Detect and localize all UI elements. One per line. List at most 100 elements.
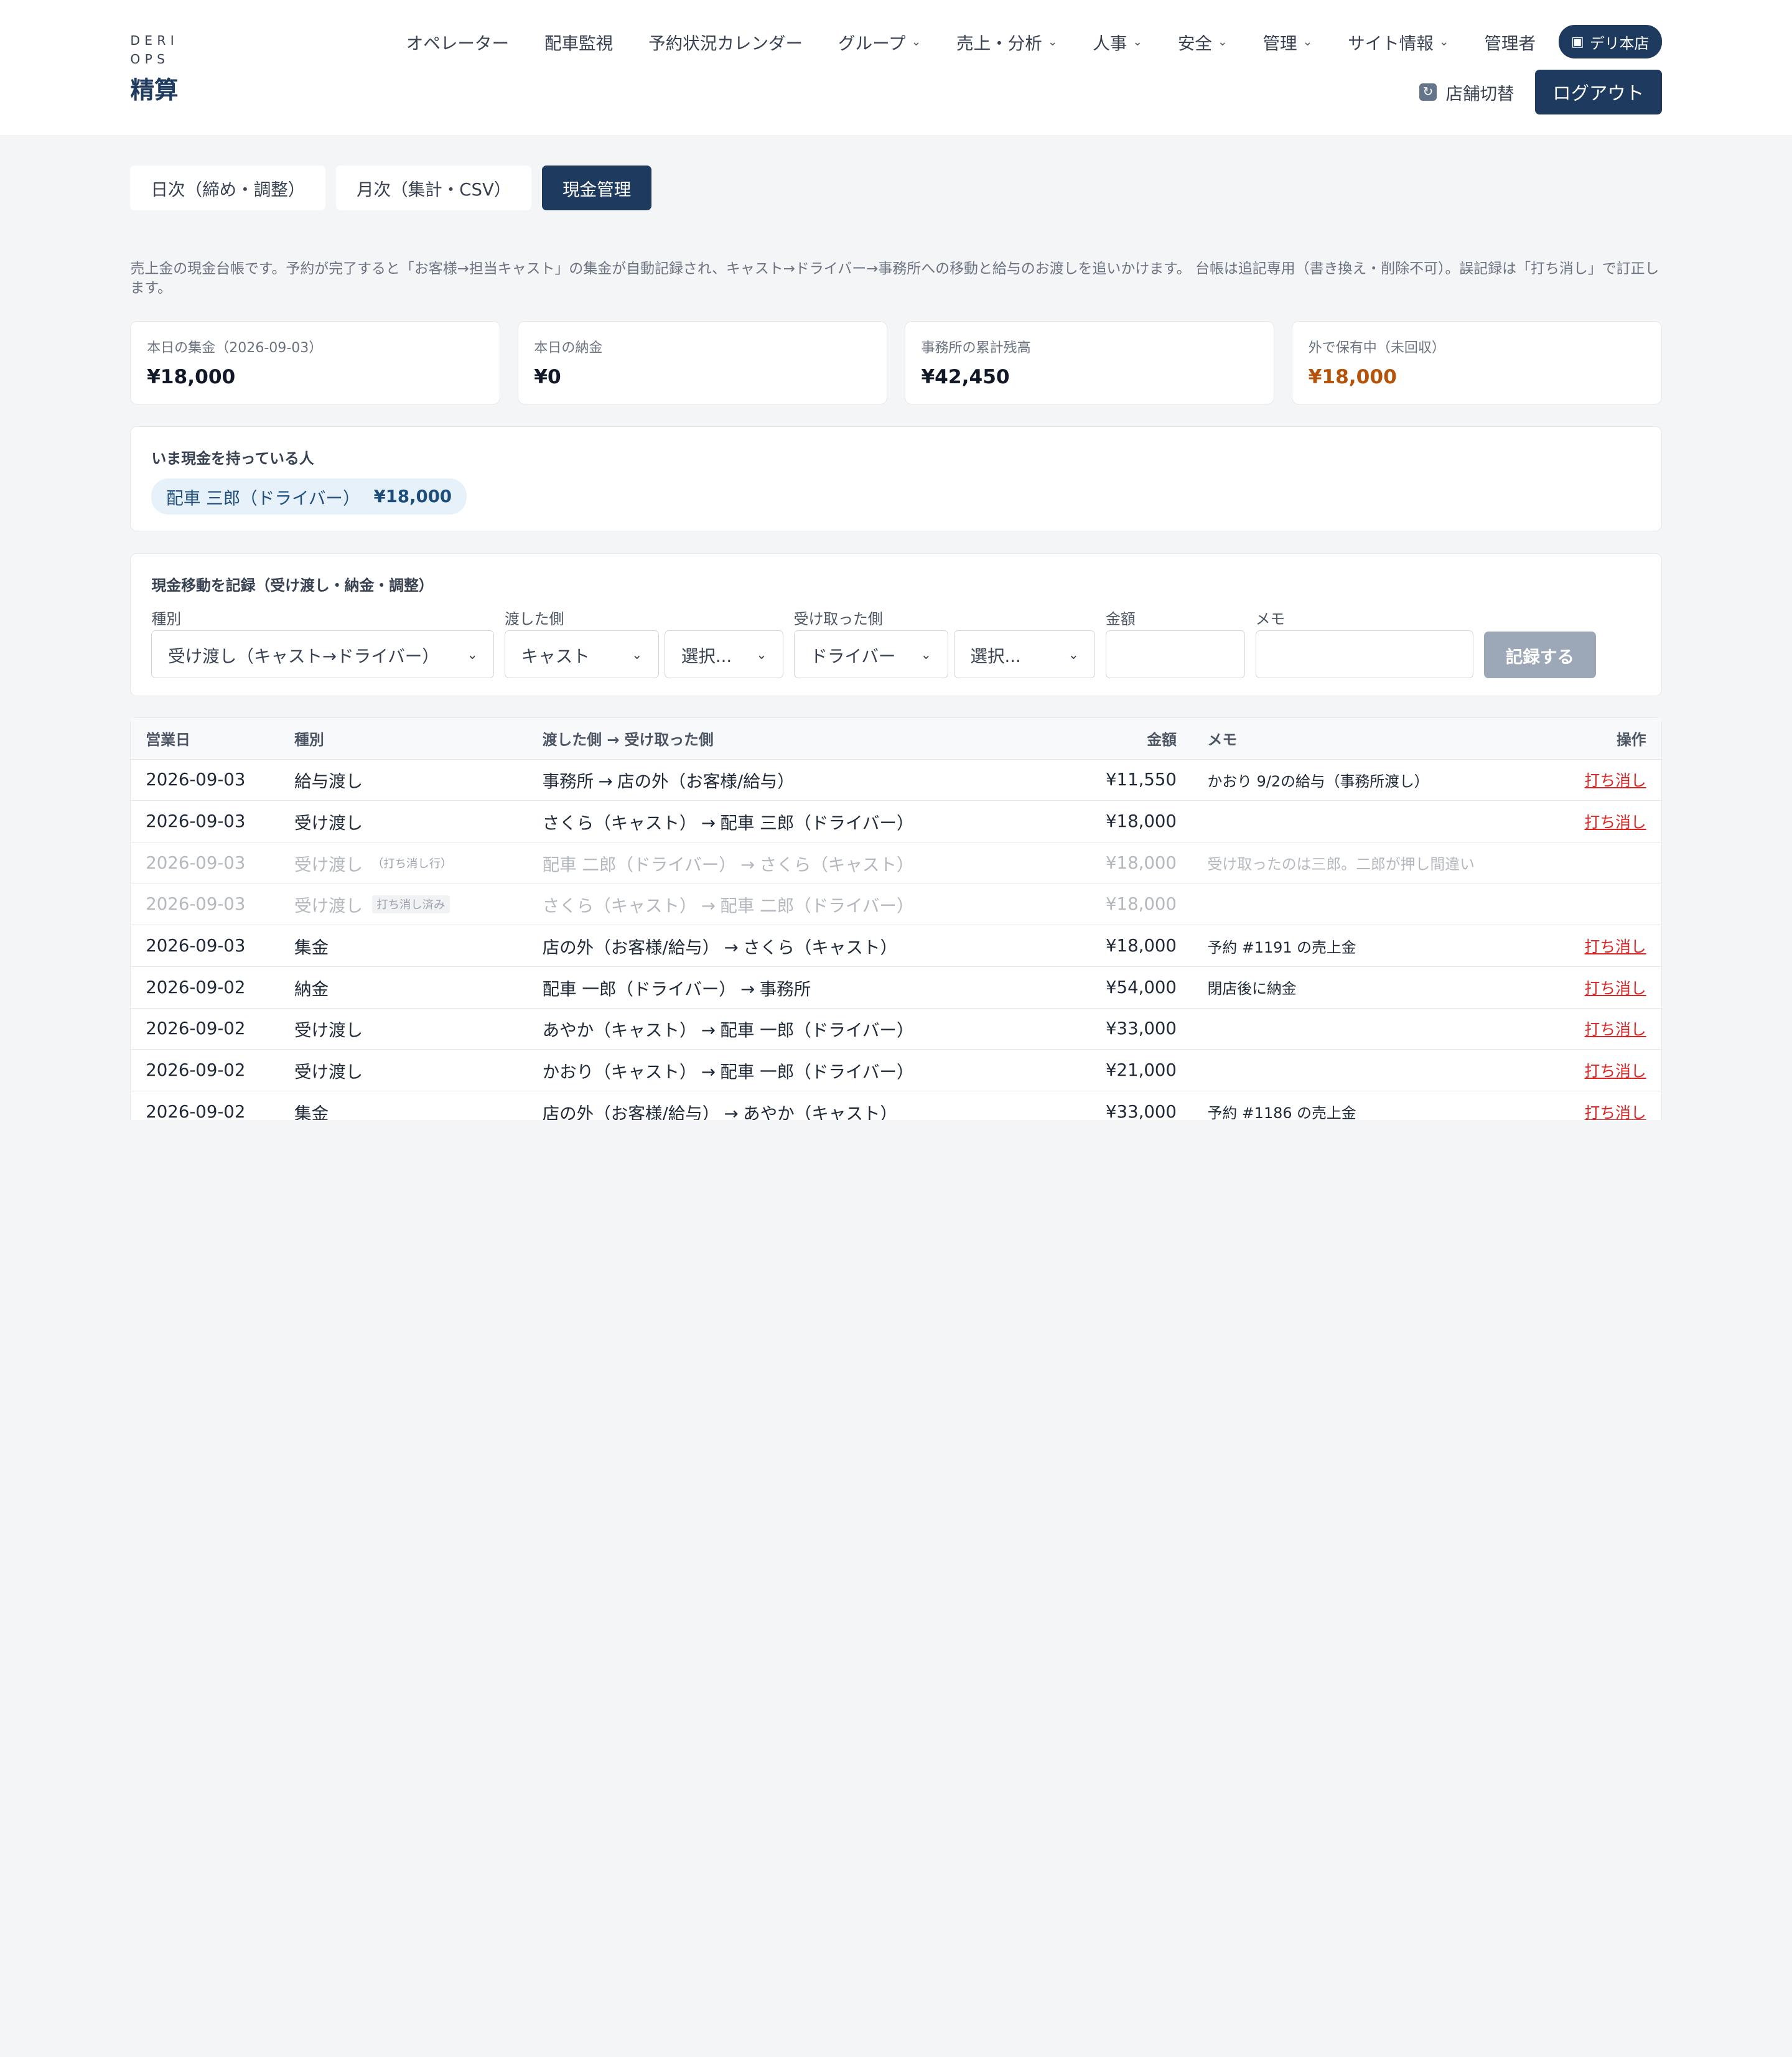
to-person-select[interactable]: 選択... ⌄ [953,630,1096,679]
to-fields: ドライバー ⌄ 選択... ⌄ [793,630,1096,679]
store-badge[interactable]: ▣ デリ本店 [1558,25,1662,58]
row-flow: さくら（キャスト） → 配車 三郎（ドライバー） [543,809,1022,834]
refresh-icon: ↻ [1419,83,1437,101]
row-from: さくら（キャスト） [542,896,697,917]
stat-card-label: 事務所の累計残高 [921,340,1031,356]
row-kind: 集金 [294,1099,543,1120]
row-flow: かおり（キャスト） → 配車 一郎（ドライバー） [543,1058,1022,1083]
undo-link[interactable]: 打ち消し [1585,979,1646,997]
tab-0[interactable]: 日次（締め・調整） [130,166,326,210]
main-nav: オペレーター 配車監視 予約状況カレンダー グループ ⌄ 売上・分析 ⌄ 人事 ⌄ 安全 ⌄ 管理 ⌄ サ… [371,25,1662,58]
nav-item[interactable]: 管理 ⌄ [1262,29,1312,54]
nav-item-label: 配車監視 [544,34,614,54]
nav-item[interactable]: 配車監視 [544,29,613,54]
nav-item[interactable]: 管理者 [1484,29,1536,54]
row-flow: 配車 一郎（ドライバー） → 事務所 [543,975,1022,1000]
row-op: 打ち消し [1519,768,1661,791]
store-badge-label: デリ本店 [1589,34,1650,52]
row-to: あやか（キャスト） [743,1103,898,1120]
nav-item[interactable]: グループ ⌄ [838,29,921,54]
row-flow: 店の外（お客様/給与） → さくら（キャスト） [543,933,1022,958]
undo-link[interactable]: 打ち消し [1585,772,1646,790]
row-memo: 閉店後に納金 [1207,980,1297,998]
header-date: 営業日 [146,731,190,749]
brand-logo[interactable]: DERI OPS [130,32,198,68]
undo-link[interactable]: 打ち消し [1585,813,1646,831]
to-role-value: ドライバー [810,646,896,666]
memo-input[interactable] [1255,630,1474,679]
table-row: 2026-09-03 受け渡し 打ち消し済み さくら（キャスト） → 配車 二郎（ドライバ… [131,884,1661,926]
row-amount: ¥21,000 [1106,1060,1177,1081]
stat-card-label: 本日の納金 [534,340,603,356]
nav-item[interactable]: 安全 ⌄ [1178,29,1228,54]
nav-item-label: 安全 [1177,34,1212,54]
memo-group: メモ [1255,607,1474,679]
table-row: 2026-09-02 納金 配車 一郎（ドライバー） → 事務所 ¥54,000 閉店後に納… [131,967,1661,1009]
arrow-right-icon: → [701,813,716,834]
cash-holders-title: いま現金を持っている人 [151,450,314,468]
from-person-value: 選択... [681,646,732,666]
header-flow: 渡した側 → 受け取った側 [542,731,714,749]
stat-card: 外で保有中（未回収） ¥18,000 [1291,321,1662,405]
nav-item-label: 管理者 [1484,34,1536,54]
row-flow: さくら（キャスト） → 配車 二郎（ドライバー） [543,892,1022,917]
tab-2[interactable]: 現金管理 [541,166,652,210]
row-kind-label: 給与渡し [294,772,363,792]
chevron-down-icon: ⌄ [1068,646,1079,662]
arrow-right-icon: → [740,979,755,999]
row-from: さくら（キャスト） [542,813,697,834]
row-kind-label: 受け渡し [294,813,363,834]
from-person-select[interactable]: 選択... ⌄ [665,630,784,679]
nav-item[interactable]: 予約状況カレンダー [648,29,803,54]
row-from: 事務所 [542,772,594,792]
row-kind: 受け渡し （打ち消し行） [294,851,543,875]
page-title: 精算 [130,76,179,105]
to-role-select[interactable]: ドライバー ⌄ [793,630,948,679]
chevron-down-icon: ⌄ [756,646,767,662]
row-kind: 納金 [294,975,543,1000]
store-switch-link[interactable]: ↻ 店舗切替 [1419,80,1514,105]
cash-holders-panel: いま現金を持っている人 配車 三郎（ドライバー） ¥18,000 [130,426,1662,532]
row-from: かおり（キャスト） [542,1062,697,1083]
row-kind-label: 受け渡し [294,1062,363,1083]
nav-item-label: 予約状況カレンダー [648,34,803,54]
kind-group: 種別 受け渡し（キャスト→ドライバー） ⌄ [151,607,495,679]
row-kind: 受け渡し 打ち消し済み [294,892,543,917]
to-person-value: 選択... [970,646,1021,666]
row-date: 2026-09-02 [146,1060,246,1081]
nav-item-label: 管理 [1262,34,1297,54]
cash-holder-amount: ¥18,000 [373,486,452,506]
row-amount: ¥18,000 [1106,852,1177,873]
row-from: 配車 二郎（ドライバー） [542,854,736,875]
logout-button[interactable]: ログアウト [1534,70,1662,114]
form-title: 現金移動を記録（受け渡し・納金・調整） [151,577,434,595]
stat-card-label: 外で保有中（未回収） [1308,340,1445,356]
undo-link[interactable]: 打ち消し [1585,938,1646,956]
amount-input[interactable] [1105,630,1246,679]
from-role-value: キャスト [521,646,590,666]
header-op: 操作 [1616,731,1646,749]
stat-card: 事務所の累計残高 ¥42,450 [904,321,1275,405]
table-row: 2026-09-03 受け渡し （打ち消し行） 配車 二郎（ドライバー） → さくら（キャ… [131,842,1661,884]
row-amount: ¥18,000 [1106,936,1177,956]
nav-item[interactable]: 人事 ⌄ [1093,29,1142,54]
row-op: 打ち消し [1519,1017,1661,1040]
header: DERI OPS 精算 オペレーター 配車監視 予約状況カレンダー グループ ⌄ 売上・分… [0,0,1792,135]
row-to: 配車 二郎（ドライバー） [720,896,914,917]
row-kind-label: 受け渡し [294,896,363,917]
row-kind-label: 集金 [294,938,329,958]
amount-group: 金額 [1105,607,1246,679]
from-role-select[interactable]: キャスト ⌄ [504,630,659,679]
kind-select[interactable]: 受け渡し（キャスト→ドライバー） ⌄ [151,630,495,679]
undo-link[interactable]: 打ち消し [1585,1020,1646,1038]
nav-item[interactable]: オペレーター [406,29,509,54]
tab-1[interactable]: 月次（集計・CSV） [335,166,532,210]
undo-link[interactable]: 打ち消し [1585,1062,1646,1080]
chevron-down-icon: ⌄ [1218,35,1228,49]
undo-link[interactable]: 打ち消し [1585,1104,1646,1120]
nav-item[interactable]: 売上・分析 ⌄ [956,29,1057,54]
nav-item[interactable]: サイト情報 ⌄ [1348,29,1449,54]
record-button[interactable]: 記録する [1483,631,1596,679]
arrow-right-icon: → [701,896,716,917]
cash-holder-chips: 配車 三郎（ドライバー） ¥18,000 [151,468,1640,515]
